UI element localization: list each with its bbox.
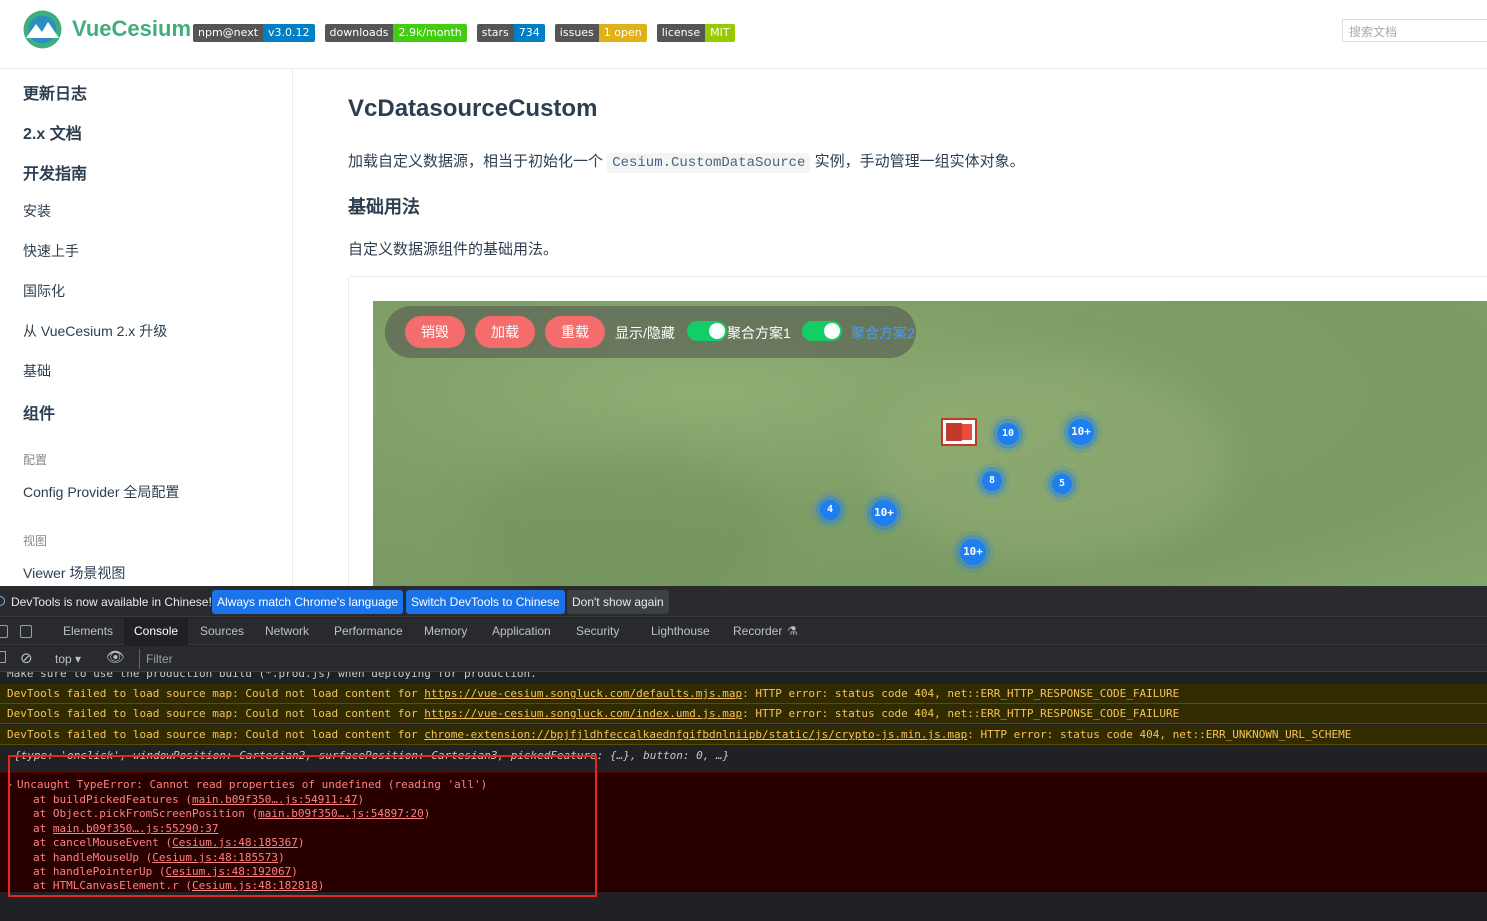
reload-button[interactable]: 重载 <box>545 316 605 348</box>
always-match-language-button[interactable]: Always match Chrome's language <box>212 590 404 614</box>
tab-sources[interactable]: Sources <box>200 618 244 645</box>
live-expression-eye-icon[interactable]: 👁 <box>106 648 125 666</box>
sidebar-group-config: 配置 <box>23 453 48 467</box>
sidebar-item-upgrade[interactable]: 从 VueCesium 2.x 升级 <box>23 321 167 341</box>
console-warning: DevTools failed to load source map: Coul… <box>0 725 1487 745</box>
vuecesium-logo[interactable] <box>22 10 63 49</box>
tab-memory[interactable]: Memory <box>424 618 467 645</box>
error-title: Uncaught TypeError: Cannot read properti… <box>17 778 488 791</box>
stack-frame: at Object.pickFromScreenPosition (main.b… <box>33 807 431 820</box>
devtools-infobar: DevTools is now available in Chinese! Al… <box>0 586 1487 617</box>
context-selector[interactable]: top ▾ <box>55 652 81 666</box>
stack-frame: at buildPickedFeatures (main.b09f350….js… <box>33 793 365 806</box>
stack-frame: at cancelMouseEvent (Cesium.js:48:185367… <box>33 836 305 849</box>
stack-frame: at handlePointerUp (Cesium.js:48:192067) <box>33 865 298 878</box>
dont-show-again-button[interactable]: Don't show again <box>567 590 669 614</box>
npm-badge[interactable]: npm@next v3.0.12 <box>193 24 315 42</box>
tab-application[interactable]: Application <box>492 618 551 645</box>
badge-row: npm@next v3.0.12 downloads 2.9k/month star… <box>193 24 735 42</box>
sidebar-item-basic[interactable]: 基础 <box>23 361 51 381</box>
sidebar-item-guide[interactable]: 开发指南 <box>23 160 87 184</box>
console-warning: DevTools failed to load source map: Coul… <box>0 684 1487 704</box>
devtools-tabbar: Elements Console Sources Network Perform… <box>0 618 1487 645</box>
inline-code: Cesium.CustomDataSource <box>607 153 811 173</box>
tab-security[interactable]: Security <box>576 618 619 645</box>
tab-recorder[interactable]: Recorder <box>733 618 782 645</box>
main-content: VcDatasourceCustom 加载自定义数据源，相当于初始化一个 Ces… <box>294 69 1487 586</box>
flask-icon: ⚗ <box>787 624 798 638</box>
switch-to-chinese-button[interactable]: Switch DevTools to Chinese <box>406 590 565 614</box>
sidebar: 更新日志 2.x 文档 开发指南 安装 快速上手 国际化 从 VueCesium… <box>0 69 293 586</box>
sidebar-item-config-provider[interactable]: Config Provider 全局配置 <box>23 482 179 502</box>
device-toolbar-icon[interactable] <box>20 625 32 638</box>
source-map-link[interactable]: https://vue-cesium.songluck.com/defaults… <box>424 687 742 700</box>
billboard-icon[interactable] <box>941 418 977 446</box>
section-description: 自定义数据源组件的基础用法。 <box>348 241 559 258</box>
downloads-badge[interactable]: downloads 2.9k/month <box>324 24 467 42</box>
sidebar-item-changelog[interactable]: 更新日志 <box>23 80 87 104</box>
cluster-marker[interactable]: 10+ <box>960 539 986 565</box>
top-header: VueCesium npm@next v3.0.12 downloads 2.9k/… <box>0 0 1487 69</box>
console-warning: DevTools failed to load source map: Coul… <box>0 704 1487 724</box>
license-badge[interactable]: license MIT <box>656 24 735 42</box>
stack-frame: at handleMouseUp (Cesium.js:48:185573) <box>33 851 285 864</box>
stack-frame: at main.b09f350….js:55290:37 <box>33 822 219 835</box>
sidebar-group-view: 视图 <box>23 534 48 548</box>
tab-lighthouse[interactable]: Lighthouse <box>651 618 710 645</box>
console-object-log[interactable]: {type: 'onclick', windowPosition: Cartes… <box>0 746 1487 766</box>
page-description: 加载自定义数据源，相当于初始化一个 Cesium.CustomDataSourc… <box>348 153 1025 173</box>
map-terrain-patch <box>473 451 773 586</box>
devtools-panel: DevTools is now available in Chinese! Al… <box>0 586 1487 921</box>
sidebar-item-i18n[interactable]: 国际化 <box>23 281 65 301</box>
cluster-marker[interactable]: 8 <box>982 471 1002 491</box>
load-button[interactable]: 加载 <box>475 316 535 348</box>
show-hide-toggle[interactable] <box>687 321 727 341</box>
section-title: 基础用法 <box>348 197 420 217</box>
stack-frame: at HTMLCanvasElement.r (Cesium.js:48:182… <box>33 879 325 892</box>
issues-badge[interactable]: issues 1 open <box>554 24 647 42</box>
sidebar-item-viewer[interactable]: Viewer 场景视图 <box>23 563 125 583</box>
cluster-marker[interactable]: 10+ <box>871 500 897 526</box>
cesium-map-viewer[interactable]: 销毁 加载 重载 显示/隐藏 聚合方案1 聚合方案2 10 10+ 8 5 4 … <box>373 301 1487 586</box>
infobar-message: DevTools is now available in Chinese! <box>11 595 212 609</box>
cluster1-toggle[interactable] <box>802 321 842 341</box>
tab-network[interactable]: Network <box>265 618 309 645</box>
console-filter-input[interactable]: Filter <box>139 649 1487 669</box>
sidebar-toggle-icon[interactable] <box>0 651 6 663</box>
cluster-marker[interactable]: 10 <box>997 423 1019 445</box>
clear-console-icon[interactable]: ⊘ <box>20 649 33 667</box>
cluster-marker[interactable]: 4 <box>820 500 840 520</box>
sidebar-item-quickstart[interactable]: 快速上手 <box>23 241 79 261</box>
console-output: Make sure to use the production build (*… <box>0 672 1487 921</box>
tab-console[interactable]: Console <box>124 618 189 645</box>
cluster2-label: 聚合方案2 <box>851 325 915 341</box>
sidebar-item-components[interactable]: 组件 <box>23 400 55 424</box>
source-map-link[interactable]: chrome-extension://bpjfjldhfeccalkaednfg… <box>424 728 967 741</box>
console-error: ▸ Uncaught TypeError: Cannot read proper… <box>0 772 1487 892</box>
expand-arrow-icon[interactable]: ▸ <box>8 778 13 792</box>
tab-elements[interactable]: Elements <box>63 618 113 645</box>
map-terrain-patch <box>873 361 1233 561</box>
demo-toolbar: 销毁 加载 重载 显示/隐藏 聚合方案1 聚合方案2 <box>385 306 916 358</box>
source-map-link[interactable]: https://vue-cesium.songluck.com/index.um… <box>424 707 742 720</box>
tab-performance[interactable]: Performance <box>334 618 403 645</box>
sidebar-item-docs-2x[interactable]: 2.x 文档 <box>23 120 82 144</box>
cluster1-label: 聚合方案1 <box>727 325 791 341</box>
site-title[interactable]: VueCesium <box>72 16 191 42</box>
console-filterbar: ⊘ top ▾ 👁 Filter <box>0 646 1487 672</box>
stars-badge[interactable]: stars 734 <box>476 24 545 42</box>
destroy-button[interactable]: 销毁 <box>405 316 465 348</box>
page-title: VcDatasourceCustom <box>348 95 598 122</box>
cluster-marker[interactable]: 5 <box>1052 474 1072 494</box>
info-icon <box>0 596 5 606</box>
console-log-line: Make sure to use the production build (*… <box>7 672 537 680</box>
inspect-element-icon[interactable] <box>0 625 8 638</box>
sidebar-item-install[interactable]: 安装 <box>23 201 51 221</box>
cluster-marker[interactable]: 10+ <box>1068 419 1094 445</box>
search-input[interactable]: 搜索文档 <box>1342 19 1487 42</box>
show-hide-label: 显示/隐藏 <box>615 325 675 341</box>
